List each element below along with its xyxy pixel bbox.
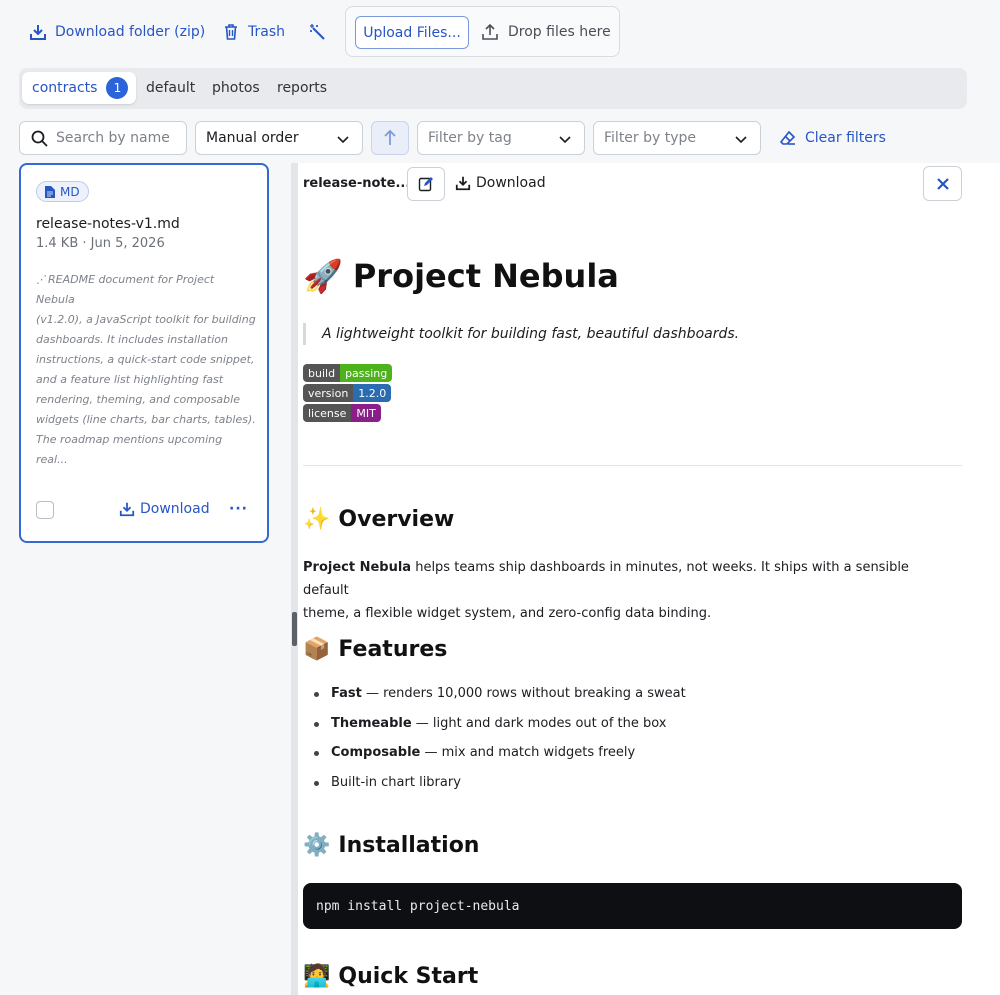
version-badge: version 1.2.0 [303,384,392,402]
file-type-badge: MD [36,181,89,202]
summary-line: ⋰README document for Project Nebula [36,270,256,310]
package-icon: 📦 [303,637,331,662]
file-preview: release-note... Download 🚀 Project Nebul… [298,163,1000,995]
list-item: Fast — renders 10,000 rows without break… [314,686,686,716]
download-icon [30,25,46,40]
sort-select[interactable]: Manual order [195,121,363,155]
drop-files-label: Drop files here [508,24,611,40]
folder-tabs: contracts 1 default photos reports [19,68,967,109]
installation-heading: ⚙️ Installation [303,833,480,858]
file-icon [45,185,55,198]
select-checkbox[interactable] [36,501,54,519]
download-folder-button[interactable]: Download folder (zip) [29,20,205,44]
chevron-down-icon [735,136,747,144]
preview-download-button[interactable]: Download [455,175,546,191]
download-folder-label: Download folder (zip) [55,24,206,40]
upload-files-button[interactable]: Upload Files... [355,16,469,49]
more-options-button[interactable]: ··· [229,501,248,517]
tab-count-badge: 1 [106,77,129,99]
download-label: Download [140,501,210,517]
magic-wand-icon: ⋰ [36,273,47,286]
list-item: Composable — mix and match widgets freel… [314,745,686,775]
ai-summary: ⋰README document for Project Nebula (v1.… [36,270,256,470]
close-preview-button[interactable] [923,166,962,201]
overview-paragraph: Project Nebula helps teams ship dashboar… [303,560,909,621]
type-filter-placeholder: Filter by type [604,130,697,146]
summary-line: widgets (line charts, bar charts, tables… [36,413,256,426]
close-icon [936,177,949,190]
summary-line: rendering, theming, and composable [36,393,240,406]
edit-icon [418,177,433,192]
horizontal-rule [303,465,962,466]
overview-heading: ✨ Overview [303,507,455,532]
doc-title-text: Project Nebula [352,257,619,295]
chevron-down-icon [559,136,571,144]
upload-area: Upload Files... Drop files here [345,6,620,57]
edit-button[interactable] [407,167,445,201]
file-meta: 1.4 KB · Jun 5, 2026 [36,236,165,251]
search-input[interactable]: Search by name [19,121,187,155]
search-icon [31,130,48,147]
tab-reports[interactable]: reports [269,72,335,104]
tab-default[interactable]: default [138,72,203,104]
tab-label: contracts [32,80,98,96]
license-badge: license MIT [303,404,381,422]
features-heading: 📦 Features [303,637,448,662]
card-download-button[interactable]: Download [119,501,210,517]
build-badge: build passing [303,364,393,382]
trash-button[interactable]: Trash [222,20,285,44]
summary-line: (v1.2.0), a JavaScript toolkit for build… [36,313,256,326]
file-type-label: MD [60,184,80,199]
list-item: Themeable — light and dark modes out of … [314,716,686,746]
quickstart-heading: 🧑‍💻 Quick Start [303,964,479,989]
pane-divider[interactable] [291,163,298,995]
tab-contracts[interactable]: contracts 1 [22,72,137,104]
summary-line: The roadmap mentions upcoming real... [36,433,223,466]
magic-wand-icon [310,24,325,40]
install-code-block: npm install project-nebula [303,883,962,929]
sort-direction-button[interactable] [371,121,409,155]
sparkles-icon: ✨ [303,507,331,532]
arrow-up-icon [384,129,396,145]
features-list: Fast — renders 10,000 rows without break… [314,686,686,805]
search-placeholder: Search by name [56,130,170,146]
tag-filter-select[interactable]: Filter by tag [417,121,585,155]
file-card[interactable]: MD release-notes-v1.md 1.4 KB · Jun 5, 2… [19,163,269,543]
type-filter-select[interactable]: Filter by type [593,121,761,155]
magic-wand-button[interactable] [308,20,326,44]
technologist-icon: 🧑‍💻 [303,964,331,989]
file-name: release-notes-v1.md [36,216,180,232]
download-icon [455,176,471,191]
sort-value: Manual order [206,130,299,146]
tag-filter-placeholder: Filter by tag [428,130,512,146]
summary-line: instructions, a quick-start code snippet… [36,353,255,366]
preview-file-name: release-note... [303,176,411,191]
rocket-icon: 🚀 [303,257,343,295]
chevron-down-icon [337,136,349,144]
tab-photos[interactable]: photos [204,72,268,104]
doc-tagline: A lightweight toolkit for building fast,… [303,323,739,345]
summary-line: dashboards. It includes installation [36,333,228,346]
trash-label: Trash [248,24,285,40]
trash-icon [225,24,237,40]
summary-line: and a feature list highlighting fast [36,373,224,386]
eraser-icon [779,130,796,145]
resize-handle[interactable] [292,612,297,646]
download-icon [119,502,135,517]
preview-download-label: Download [476,175,546,191]
gear-icon: ⚙️ [303,833,331,858]
doc-title: 🚀 Project Nebula [303,257,619,295]
list-item: Built-in chart library [314,775,686,805]
clear-filters-label: Clear filters [805,130,886,146]
drop-zone[interactable]: Drop files here [481,19,611,45]
upload-icon [482,23,498,40]
clear-filters-button[interactable]: Clear filters [779,126,886,150]
